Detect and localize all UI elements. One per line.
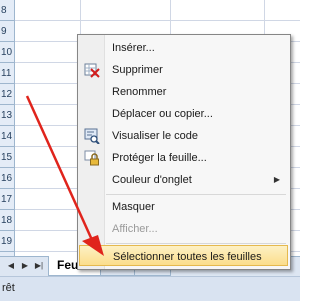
menu-item-label: Masquer [112, 201, 155, 213]
row-header[interactable]: 13 [0, 105, 14, 126]
grid-line [15, 20, 300, 21]
menu-item-move-copy[interactable]: Déplacer ou copier... [79, 103, 288, 125]
scroll-tabs-left-button[interactable]: ◀ [6, 260, 16, 272]
row-header-column: 8 9 10 11 12 13 14 15 16 17 18 19 [0, 0, 15, 256]
menu-item-label: Renommer [112, 86, 167, 98]
menu-item-label: Protéger la feuille... [112, 152, 207, 164]
status-text: rêt [2, 282, 15, 294]
row-header[interactable]: 14 [0, 126, 14, 147]
menu-item-hide[interactable]: Masquer [79, 196, 288, 218]
menu-item-label: Visualiser le code [112, 130, 199, 142]
menu-item-delete[interactable]: Supprimer [79, 59, 288, 81]
row-header[interactable]: 9 [0, 21, 14, 42]
row-header[interactable]: 18 [0, 210, 14, 231]
submenu-arrow-icon: ▶ [273, 175, 280, 184]
menu-item-select-all-sheets[interactable]: Sélectionner toutes les feuilles [79, 245, 288, 266]
last-tab-button[interactable]: ▶| [34, 260, 44, 272]
row-header[interactable]: 12 [0, 84, 14, 105]
menu-item-unhide[interactable]: Afficher... [79, 218, 288, 240]
row-header[interactable]: 8 [0, 0, 14, 21]
menu-separator [106, 243, 286, 244]
scroll-tabs-right-button[interactable]: ▶ [20, 260, 30, 272]
row-header[interactable]: 11 [0, 63, 14, 84]
menu-item-label: Supprimer [112, 64, 163, 76]
row-header[interactable]: 15 [0, 147, 14, 168]
delete-sheet-icon [84, 63, 100, 78]
menu-item-label: Couleur d'onglet [112, 174, 192, 186]
menu-item-label: Afficher... [112, 223, 158, 235]
menu-item-label: Sélectionner toutes les feuilles [113, 251, 262, 263]
row-header[interactable]: 19 [0, 231, 14, 252]
menu-item-tab-color[interactable]: Couleur d'onglet ▶ [79, 169, 288, 191]
menu-item-protect-sheet[interactable]: Protéger la feuille... [79, 147, 288, 169]
menu-item-rename[interactable]: Renommer [79, 81, 288, 103]
menu-item-label: Insérer... [112, 42, 155, 54]
row-header[interactable]: 10 [0, 42, 14, 63]
view-code-icon [84, 128, 100, 144]
row-header[interactable]: 16 [0, 168, 14, 189]
menu-separator [106, 194, 286, 195]
menu-item-label: Déplacer ou copier... [112, 108, 213, 120]
row-header[interactable]: 17 [0, 189, 14, 210]
lock-icon [84, 150, 99, 166]
sheet-context-menu: Insérer... Supprimer Renommer Déplacer o… [77, 34, 291, 270]
status-bar [0, 276, 300, 301]
menu-item-insert[interactable]: Insérer... [79, 37, 288, 59]
menu-item-view-code[interactable]: Visualiser le code [79, 125, 288, 147]
